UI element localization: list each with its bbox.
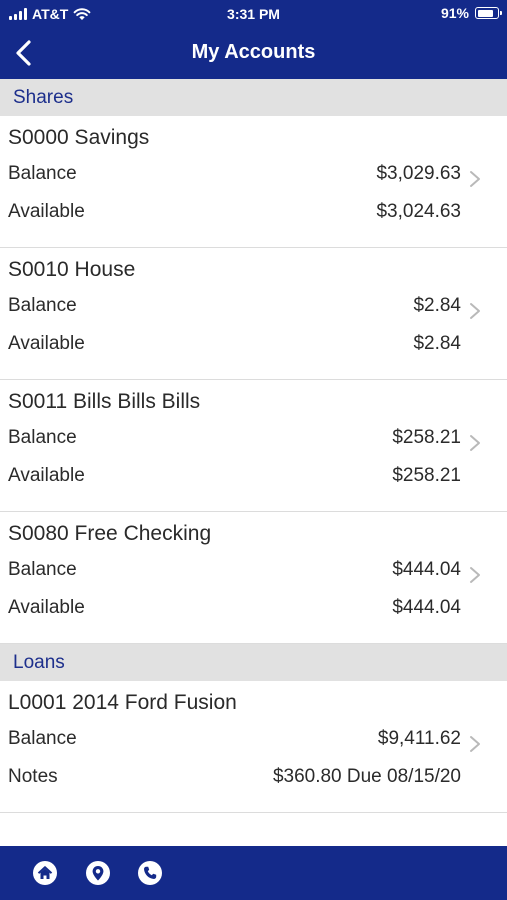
account-name: S0080 Free Checking [8,522,212,545]
page-title: My Accounts [191,41,316,63]
account-name: S0000 Savings [8,126,150,149]
section-header: Loans [0,644,507,681]
account-row[interactable]: L0001 2014 Ford Fusion Balance $9,411.62 No… [0,681,507,813]
secondary-label: Available [8,333,85,354]
chevron-right-icon [470,303,480,319]
balance-value: $2.84 [413,295,461,316]
secondary-label: Available [8,465,85,486]
phone-icon [138,861,162,885]
secondary-label: Notes [8,766,58,787]
account-name: S0010 House [8,258,136,281]
locations-button[interactable] [85,860,111,886]
secondary-label: Available [8,597,85,618]
chevron-right-icon [470,435,480,451]
battery-icon [475,7,502,19]
home-button[interactable] [32,860,58,886]
bottom-tab-bar [0,846,507,900]
balance-value: $9,411.62 [377,728,461,749]
chevron-right-icon [470,171,480,187]
secondary-value: $258.21 [392,465,461,486]
call-button[interactable] [137,860,163,886]
home-icon [33,861,57,885]
status-right: 91% [440,5,502,21]
location-pin-icon [86,861,110,885]
chevron-right-icon [470,567,480,583]
status-bar: AT&T 3:31 PM 91% [0,0,507,28]
accounts-list: Shares S0000 Savings Balance $3,029.63 Avail… [0,79,507,813]
secondary-value: $444.04 [392,597,461,618]
account-row[interactable]: S0011 Bills Bills Bills Balance $258.21 Ava… [0,380,507,512]
secondary-label: Available [8,201,85,222]
account-name: S0011 Bills Bills Bills [8,390,201,413]
chevron-right-icon [470,736,480,752]
balance-label: Balance [8,295,77,316]
balance-label: Balance [8,559,77,580]
account-name: L0001 2014 Ford Fusion [8,691,237,714]
account-row[interactable]: S0000 Savings Balance $3,029.63 Available $3… [0,116,507,248]
secondary-value: $360.80 Due 08/15/20 [272,766,461,787]
balance-label: Balance [8,163,77,184]
secondary-value: $2.84 [413,333,461,354]
status-time: 3:31 PM [227,6,280,22]
account-row[interactable]: S0010 House Balance $2.84 Available $2.84 [0,248,507,380]
battery-percent: 91% [440,5,469,21]
app-header: AT&T 3:31 PM 91% My Accounts [0,0,507,79]
section-header: Shares [0,79,507,116]
balance-value: $258.21 [392,427,461,448]
balance-value: $3,029.63 [376,163,461,184]
secondary-value: $3,024.63 [376,201,461,222]
nav-bar: My Accounts [0,28,507,79]
battery-level-fill [477,9,493,17]
balance-value: $444.04 [392,559,461,580]
account-row[interactable]: S0080 Free Checking Balance $444.04 Availab… [0,512,507,644]
balance-label: Balance [8,427,77,448]
balance-label: Balance [8,728,77,749]
